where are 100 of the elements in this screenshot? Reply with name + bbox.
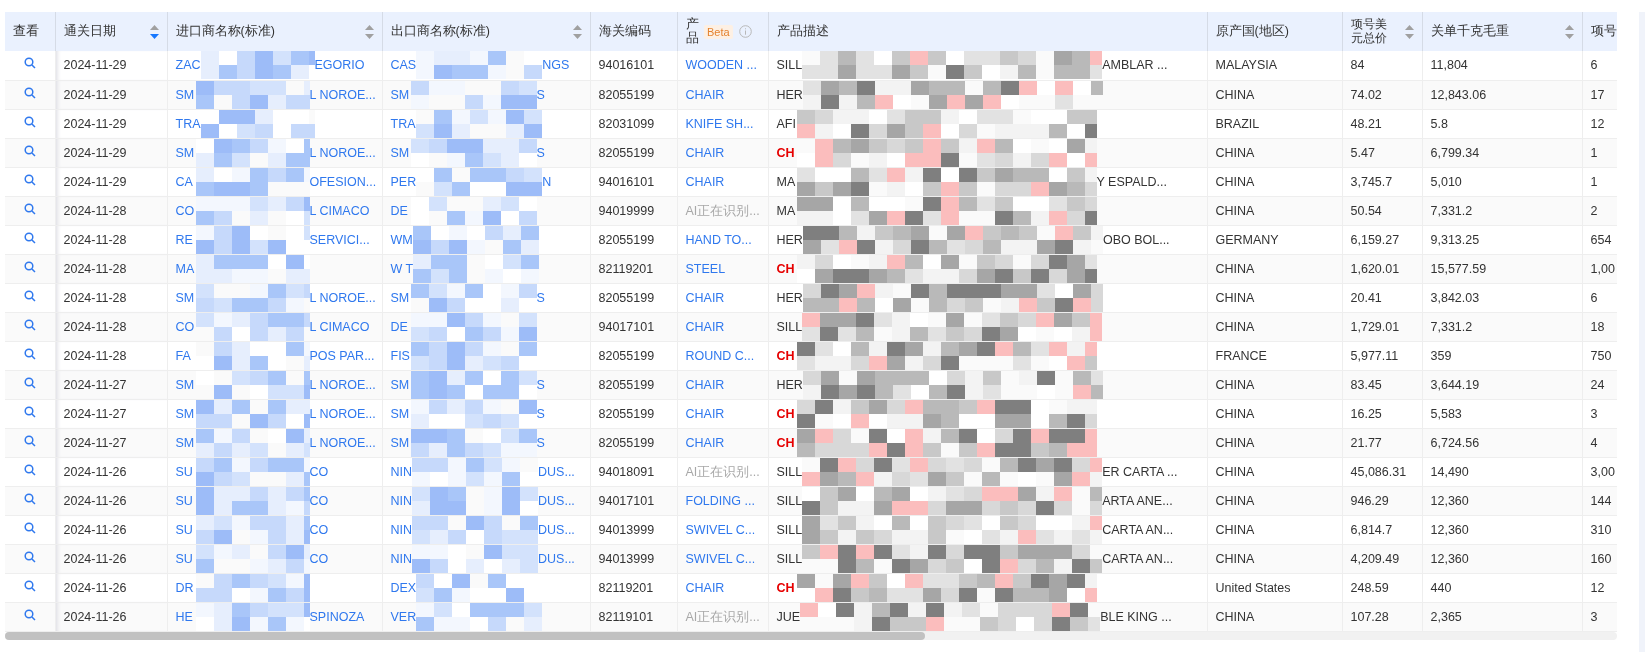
- company-name[interactable]: CO: [175, 202, 196, 219]
- company-name[interactable]: SM: [175, 405, 196, 422]
- company-name[interactable]: NIN: [390, 463, 413, 480]
- product-link[interactable]: HAND TO...: [685, 232, 752, 247]
- company-name[interactable]: DR: [175, 579, 196, 596]
- description-text: SILL: [776, 550, 803, 567]
- description-text: SILL: [776, 492, 803, 509]
- product-link[interactable]: KNIFE SH...: [685, 116, 754, 131]
- company-name[interactable]: WM: [390, 231, 413, 248]
- company-name[interactable]: L NOROE...: [309, 86, 376, 103]
- company-name[interactable]: NIN: [390, 492, 413, 509]
- company-name[interactable]: L NOROE...: [309, 405, 376, 422]
- company-name[interactable]: L NOROE...: [309, 434, 376, 451]
- company-name[interactable]: OFESION...: [309, 173, 377, 190]
- company-name[interactable]: CAS: [390, 57, 417, 74]
- company-name[interactable]: CO: [309, 550, 329, 567]
- date-text: 2024-11-26: [63, 551, 127, 566]
- country-text: FRANCE: [1215, 348, 1267, 363]
- weight-text: 9,313.25: [1430, 232, 1480, 247]
- company-name[interactable]: L CIMACO: [309, 318, 370, 335]
- company-name[interactable]: VER: [390, 608, 417, 625]
- product-link[interactable]: CHAIR: [685, 406, 725, 421]
- company-name[interactable]: SM: [390, 289, 411, 306]
- company-name[interactable]: S: [536, 86, 545, 103]
- company-name[interactable]: SU: [175, 492, 196, 509]
- company-name[interactable]: DEX: [390, 579, 417, 596]
- company-name[interactable]: SM: [390, 376, 411, 393]
- company-name[interactable]: HE: [175, 608, 196, 625]
- description-text: JUE: [776, 608, 801, 625]
- company-name[interactable]: S: [536, 376, 545, 393]
- company-name[interactable]: CO: [309, 492, 329, 509]
- company-name[interactable]: FIS: [390, 347, 411, 364]
- hs-code: 82055199: [598, 406, 655, 421]
- company-name[interactable]: EGORIO: [314, 57, 365, 74]
- company-name[interactable]: DUS...: [538, 463, 575, 480]
- company-name[interactable]: S: [536, 405, 545, 422]
- product-link[interactable]: ROUND C...: [685, 348, 755, 363]
- company-name[interactable]: SERVICI...: [309, 231, 370, 248]
- hs-code: 94013999: [598, 522, 655, 537]
- company-name[interactable]: S: [536, 434, 545, 451]
- company-name[interactable]: FA: [175, 347, 196, 364]
- item-number: 1: [1590, 145, 1598, 160]
- company-name[interactable]: NIN: [390, 521, 413, 538]
- company-name[interactable]: NGS: [542, 57, 570, 74]
- company-name[interactable]: CO: [175, 318, 196, 335]
- company-name[interactable]: DE: [390, 202, 411, 219]
- company-name[interactable]: TRA: [175, 115, 201, 132]
- company-name[interactable]: MA: [175, 260, 196, 277]
- product-link[interactable]: WOODEN ...: [685, 58, 758, 73]
- description-text: Y ESPALD...: [1096, 173, 1167, 190]
- company-name[interactable]: NIN: [390, 550, 413, 567]
- company-name[interactable]: SU: [175, 463, 196, 480]
- company-name[interactable]: SU: [175, 521, 196, 538]
- recognizing-status: AI正在识别...: [685, 464, 760, 479]
- description-text: HER: [776, 231, 803, 248]
- product-link[interactable]: CHAIR: [685, 290, 725, 305]
- company-name[interactable]: SM: [175, 144, 196, 161]
- company-name[interactable]: N: [542, 173, 552, 190]
- company-name[interactable]: CA: [175, 173, 196, 190]
- company-name[interactable]: SM: [390, 144, 411, 161]
- description-text: HER: [776, 86, 803, 103]
- description-text: OBO BOL...: [1102, 231, 1170, 248]
- company-name[interactable]: L NOROE...: [309, 144, 376, 161]
- column-header: 项号: [1590, 23, 1617, 40]
- company-name[interactable]: SM: [175, 376, 196, 393]
- company-name[interactable]: SM: [175, 86, 196, 103]
- company-name[interactable]: DUS...: [538, 550, 575, 567]
- company-name[interactable]: RE: [175, 231, 196, 248]
- company-name[interactable]: L NOROE...: [309, 289, 376, 306]
- company-name[interactable]: SM: [390, 405, 411, 422]
- company-name[interactable]: SU: [175, 550, 196, 567]
- country-text: CHINA: [1215, 290, 1255, 305]
- company-name[interactable]: S: [536, 289, 545, 306]
- company-name[interactable]: L CIMACO: [309, 202, 370, 219]
- company-name[interactable]: SM: [390, 434, 411, 451]
- company-name[interactable]: SM: [390, 86, 411, 103]
- product-link[interactable]: SWIVEL C...: [685, 522, 756, 537]
- company-name[interactable]: DE: [390, 318, 411, 335]
- hs-code: 82055199: [598, 290, 655, 305]
- company-name[interactable]: PER: [390, 173, 417, 190]
- company-name[interactable]: TRA: [390, 115, 416, 132]
- company-name[interactable]: CO: [309, 463, 329, 480]
- company-name[interactable]: SM: [175, 289, 196, 306]
- date-text: 2024-11-29: [63, 87, 127, 102]
- company-name[interactable]: S: [536, 144, 545, 161]
- company-name[interactable]: DUS...: [538, 521, 575, 538]
- company-name[interactable]: SPINOZA: [309, 608, 365, 625]
- company-name[interactable]: W T: [390, 260, 414, 277]
- product-link[interactable]: CHAIR: [685, 580, 725, 595]
- amount-text: 6,814.7: [1350, 522, 1393, 537]
- company-name[interactable]: SM: [175, 434, 196, 451]
- company-name[interactable]: CO: [309, 521, 329, 538]
- company-name[interactable]: POS PAR...: [309, 347, 375, 364]
- hs-code: 82119201: [598, 261, 654, 276]
- weight-text: 12,360: [1430, 522, 1469, 537]
- company-name[interactable]: L NOROE...: [309, 376, 376, 393]
- company-name[interactable]: ZAC: [175, 57, 201, 74]
- date-text: 2024-11-29: [63, 116, 127, 131]
- company-name[interactable]: DUS...: [538, 492, 575, 509]
- product-link[interactable]: CHAIR: [685, 174, 725, 189]
